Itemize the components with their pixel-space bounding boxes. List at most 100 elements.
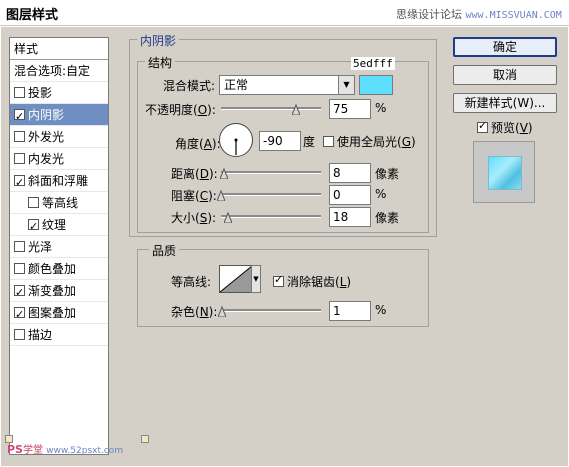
watermark: 思缘设计论坛 www.MISSVUAN.COM — [396, 6, 562, 22]
style-item[interactable]: 渐变叠加 — [10, 280, 108, 304]
style-preview — [473, 141, 535, 203]
style-item[interactable]: 颜色叠加 — [10, 258, 108, 280]
style-item-label: 等高线 — [42, 196, 79, 210]
style-item-checkbox-icon[interactable] — [14, 131, 25, 142]
angle-unit: 度 — [303, 135, 316, 149]
structure-title: 结构 — [145, 54, 176, 71]
style-list: 样式 混合选项:自定 投影内阴影外发光内发光斜面和浮雕等高线纹理光泽颜色叠加渐变… — [9, 37, 109, 455]
angle-label: 角度(A): — [175, 137, 221, 151]
footer-watermark: PS学堂 www.52psxt.com — [7, 443, 124, 456]
distance-unit: 像素 — [375, 167, 400, 181]
style-item-label: 斜面和浮雕 — [28, 174, 89, 188]
noise-label: 杂色(N): — [171, 305, 218, 319]
title-bar: 图层样式 思缘设计论坛 www.MISSVUAN.COM — [0, 0, 569, 26]
angle-dial-needle — [234, 138, 238, 155]
style-list-header[interactable]: 样式 — [10, 38, 108, 60]
choke-unit: % — [375, 187, 387, 201]
style-preview-thumbnail — [488, 156, 522, 190]
contour-curve-icon — [220, 266, 252, 292]
style-item-label: 内发光 — [28, 152, 65, 166]
style-item-checkbox-icon[interactable] — [14, 329, 25, 340]
antialias-checkbox[interactable]: 消除锯齿(L) — [273, 273, 351, 290]
style-item[interactable]: 图案叠加 — [10, 302, 108, 326]
style-item[interactable]: 等高线 — [10, 192, 108, 214]
style-item-checkbox-icon[interactable] — [14, 263, 25, 274]
resize-corner-icon-right — [141, 435, 149, 443]
style-item-label: 外发光 — [28, 130, 65, 144]
style-item-checkbox-icon[interactable] — [14, 153, 25, 164]
choke-input[interactable]: 0 — [329, 185, 371, 205]
style-item[interactable]: 光泽 — [10, 236, 108, 258]
shadow-color-swatch[interactable] — [359, 75, 393, 95]
style-item-checkbox-icon[interactable] — [14, 241, 25, 252]
style-item-checkbox-icon[interactable] — [14, 87, 25, 98]
style-item-checkbox-icon[interactable] — [14, 282, 25, 304]
cancel-button[interactable]: 取消 — [453, 65, 557, 85]
style-item-label: 纹理 — [42, 218, 67, 232]
size-slider[interactable] — [221, 215, 321, 218]
size-label: 大小(S): — [171, 211, 217, 225]
global-light-check-icon[interactable] — [323, 136, 334, 147]
opacity-unit: % — [375, 101, 387, 115]
blend-mode-select[interactable]: 正常 ▼ — [219, 75, 355, 95]
contour-picker[interactable] — [219, 265, 253, 293]
noise-unit: % — [375, 303, 387, 317]
opacity-slider[interactable] — [221, 107, 321, 110]
quality-title: 品质 — [149, 242, 180, 259]
choke-slider-thumb[interactable] — [216, 189, 226, 202]
style-item-checkbox-icon[interactable] — [28, 197, 39, 208]
chevron-down-icon[interactable]: ▼ — [338, 76, 354, 94]
distance-slider-thumb[interactable] — [219, 167, 229, 180]
blend-mode-label: 混合模式: — [163, 79, 216, 93]
size-input[interactable]: 18 — [329, 207, 371, 227]
style-item-label: 内阴影 — [28, 108, 65, 122]
size-unit: 像素 — [375, 211, 400, 225]
contour-dropdown-icon[interactable]: ▼ — [251, 265, 261, 293]
watermark-text: 思缘设计论坛 — [396, 8, 462, 21]
preview-checkbox[interactable]: 预览(V) — [477, 119, 533, 136]
style-item-label: 渐变叠加 — [28, 284, 77, 298]
style-item-label: 图案叠加 — [28, 306, 77, 320]
style-item[interactable]: 描边 — [10, 324, 108, 346]
style-item[interactable]: 投影 — [10, 82, 108, 104]
angle-input[interactable]: -90 — [259, 131, 301, 151]
new-style-button[interactable]: 新建样式(W)... — [453, 93, 557, 113]
style-item[interactable]: 内发光 — [10, 148, 108, 170]
noise-slider[interactable] — [221, 309, 321, 312]
watermark-url: www.MISSVUAN.COM — [465, 10, 562, 21]
distance-label: 距离(D): — [171, 167, 218, 181]
style-item[interactable]: 斜面和浮雕 — [10, 170, 108, 194]
style-item-checkbox-icon[interactable] — [28, 216, 39, 238]
style-item-label: 颜色叠加 — [28, 262, 77, 276]
choke-slider[interactable] — [221, 193, 321, 196]
style-item-checkbox-icon[interactable] — [14, 304, 25, 326]
dialog-title: 图层样式 — [6, 8, 59, 23]
style-item[interactable]: 纹理 — [10, 214, 108, 238]
size-slider-thumb[interactable] — [223, 211, 233, 224]
opacity-label: 不透明度(O): — [145, 103, 216, 117]
blend-mode-value: 正常 — [224, 78, 249, 92]
style-item-label: 光泽 — [28, 240, 53, 254]
style-item-checkbox-icon[interactable] — [14, 106, 25, 128]
preview-check-icon[interactable] — [477, 119, 488, 133]
noise-slider-thumb[interactable] — [217, 305, 227, 318]
choke-label: 阻塞(C): — [171, 189, 217, 203]
ok-button[interactable]: 确定 — [453, 37, 557, 57]
style-item[interactable]: 内阴影 — [10, 104, 108, 128]
opacity-slider-thumb[interactable] — [291, 103, 301, 116]
opacity-input[interactable]: 75 — [329, 99, 371, 119]
global-light-checkbox[interactable]: 使用全局光(G) — [323, 133, 416, 150]
distance-slider[interactable] — [221, 171, 321, 174]
distance-input[interactable]: 8 — [329, 163, 371, 183]
blend-options-item[interactable]: 混合选项:自定 — [10, 60, 108, 82]
layer-style-dialog: 样式 混合选项:自定 投影内阴影外发光内发光斜面和浮雕等高线纹理光泽颜色叠加渐变… — [0, 26, 569, 467]
style-item-label: 描边 — [28, 328, 53, 342]
angle-dial[interactable] — [219, 123, 253, 157]
style-item-checkbox-icon[interactable] — [14, 172, 25, 194]
style-item-label: 投影 — [28, 86, 53, 100]
noise-input[interactable]: 1 — [329, 301, 371, 321]
contour-label: 等高线: — [171, 275, 212, 289]
color-code-label: 5edfff — [351, 57, 395, 70]
style-item[interactable]: 外发光 — [10, 126, 108, 148]
antialias-check-icon[interactable] — [273, 273, 284, 287]
